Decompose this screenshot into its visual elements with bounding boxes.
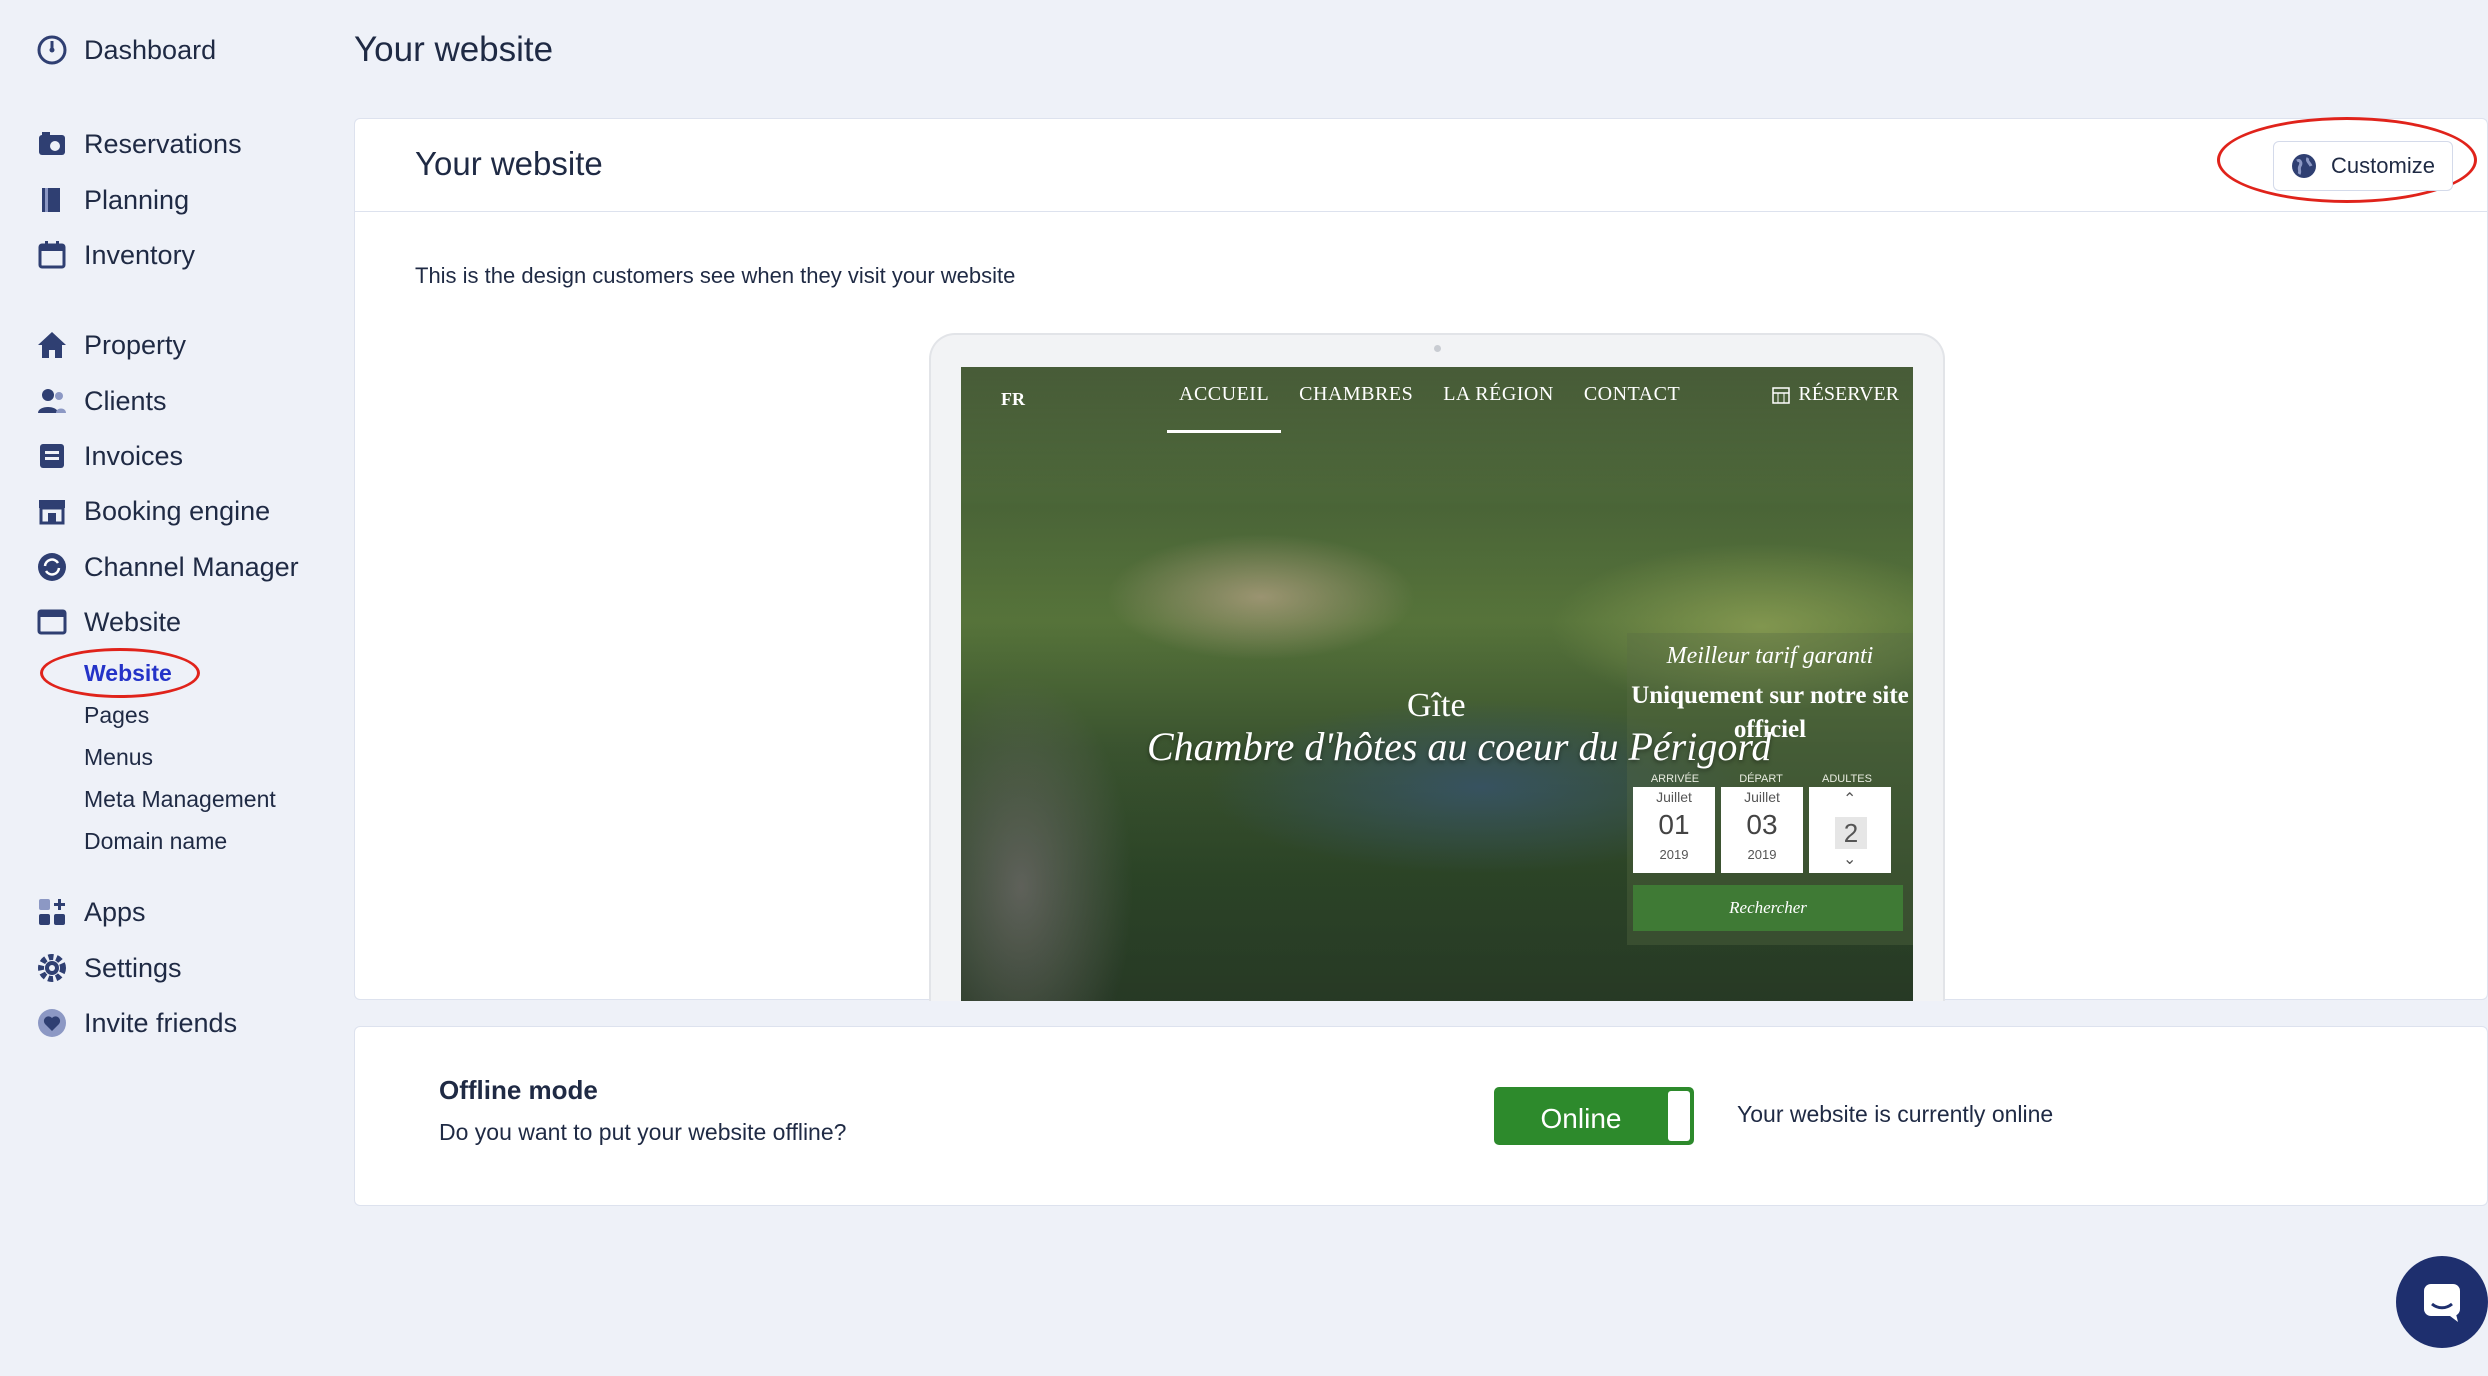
offline-question: Do you want to put your website offline?: [439, 1119, 847, 1145]
booking-tagline: Meilleur tarif garanti: [1666, 643, 1874, 669]
chat-icon: [2424, 1284, 2460, 1322]
sub-item-website[interactable]: Website: [84, 660, 172, 687]
customize-label: Customize: [2331, 153, 2435, 178]
sidebar-item-reservations[interactable]: Reservations: [36, 128, 242, 160]
users-icon: [36, 385, 68, 417]
preview-nav-contact: CONTACT: [1583, 383, 1681, 405]
sidebar-item-label: Inventory: [84, 239, 196, 270]
sidebar-item-label: Dashboard: [84, 34, 217, 65]
preview-nav-region: LA RÉGION: [1443, 383, 1554, 405]
adults-label: ADULTES: [1822, 773, 1872, 785]
sidebar-item-clients[interactable]: Clients: [36, 385, 167, 417]
preview-hero-title: Chambre d'hôtes au coeur du Périgord: [1147, 724, 1772, 769]
adults-stepper: ⌃ 2 ⌄: [1809, 787, 1891, 873]
preview-nav-chambres: CHAMBRES: [1299, 383, 1414, 405]
arrival-label: ARRIVÉE: [1650, 773, 1700, 785]
sidebar-item-label: Website: [84, 606, 182, 637]
sync-icon: [36, 551, 68, 583]
sidebar-item-planning[interactable]: Planning: [36, 184, 189, 216]
sidebar-item-label: Settings: [84, 952, 182, 983]
preview-lang: FR: [1001, 389, 1025, 409]
calendar-camera-icon: [36, 128, 68, 160]
departure-label: DÉPART: [1739, 773, 1783, 785]
chat-launcher-button[interactable]: [2396, 1256, 2488, 1348]
sidebar-item-property[interactable]: Property: [36, 329, 186, 361]
chevron-down-icon: ⌄: [1843, 851, 1857, 868]
website-preview-screen: FR ACCUEIL CHAMBRES LA RÉGION CONTACT RÉ…: [961, 367, 1913, 1001]
sidebar-item-label: Reservations: [84, 128, 242, 159]
preview-booking-widget: Meilleur tarif garanti Uniquement sur no…: [1627, 633, 1913, 945]
sub-item-domain-name[interactable]: Domain name: [84, 828, 227, 855]
card-description: This is the design customers see when th…: [415, 263, 1016, 288]
toggle-knob: [1668, 1091, 1690, 1141]
preview-hero-sub: Gîte: [1407, 687, 1466, 724]
card-title: Your website: [415, 145, 603, 182]
sub-item-meta-management[interactable]: Meta Management: [84, 786, 276, 813]
browser-window-icon: [36, 606, 68, 638]
online-toggle[interactable]: Online: [1494, 1087, 1694, 1145]
home-icon: [36, 329, 68, 361]
chevron-up-icon: ⌃: [1843, 791, 1857, 808]
sidebar-item-apps[interactable]: Apps: [36, 896, 146, 928]
sidebar: Dashboard Reservations Planning Inventor…: [0, 0, 330, 1376]
sub-item-menus[interactable]: Menus: [84, 744, 153, 771]
customize-button[interactable]: Customize: [2273, 141, 2453, 191]
sidebar-item-label: Apps: [84, 896, 146, 927]
offline-card: Offline mode Do you want to put your web…: [354, 1026, 2488, 1206]
speedometer-icon: [36, 34, 68, 66]
invoice-icon: [36, 440, 68, 472]
sidebar-item-label: Invite friends: [84, 1007, 238, 1038]
calendar-icon: [1772, 386, 1791, 404]
preview-reserve: RÉSERVER: [1772, 383, 1899, 406]
gear-icon: [36, 952, 68, 984]
website-preview-device: FR ACCUEIL CHAMBRES LA RÉGION CONTACT RÉ…: [929, 333, 1945, 1001]
sidebar-item-booking-engine[interactable]: Booking engine: [36, 495, 270, 527]
website-card: Your website Customize This is the desig…: [354, 117, 2488, 1001]
toggle-label: Online: [1540, 1103, 1622, 1134]
globe-icon: [2292, 154, 2317, 178]
sidebar-item-label: Invoices: [84, 440, 184, 471]
sidebar-item-invoices[interactable]: Invoices: [36, 440, 183, 472]
sidebar-item-settings[interactable]: Settings: [36, 952, 182, 984]
camera-dot: [1434, 345, 1441, 352]
departure-date: Juillet 03 2019: [1721, 787, 1803, 873]
arrival-date: Juillet 01 2019: [1633, 787, 1715, 873]
booking-search-button: Rechercher: [1633, 885, 1903, 931]
preview-nav-accueil: ACCUEIL: [1167, 383, 1282, 433]
sidebar-item-label: Planning: [84, 184, 190, 215]
offline-title: Offline mode: [439, 1075, 598, 1105]
apps-grid-icon: [36, 896, 68, 928]
heart-icon: [36, 1007, 68, 1039]
sub-item-pages[interactable]: Pages: [84, 702, 149, 729]
sidebar-item-label: Clients: [84, 385, 167, 416]
preview-nav: ACCUEIL CHAMBRES LA RÉGION CONTACT: [1167, 383, 1710, 433]
book-icon: [36, 184, 68, 216]
sidebar-item-website[interactable]: Website: [36, 606, 181, 638]
calendar-icon: [36, 239, 68, 271]
sidebar-item-channel-manager[interactable]: Channel Manager: [36, 551, 299, 583]
sidebar-item-label: Booking engine: [84, 495, 271, 526]
sidebar-item-dashboard[interactable]: Dashboard: [36, 34, 216, 66]
sidebar-item-inventory[interactable]: Inventory: [36, 239, 195, 271]
page-title: Your website: [354, 30, 554, 69]
sidebar-item-label: Property: [84, 329, 187, 360]
card-header: Your website Customize: [355, 117, 2487, 212]
sidebar-item-label: Channel Manager: [84, 551, 299, 582]
sidebar-item-invite-friends[interactable]: Invite friends: [36, 1007, 237, 1039]
storefront-icon: [36, 495, 68, 527]
online-status: Your website is currently online: [1737, 1101, 2054, 1127]
